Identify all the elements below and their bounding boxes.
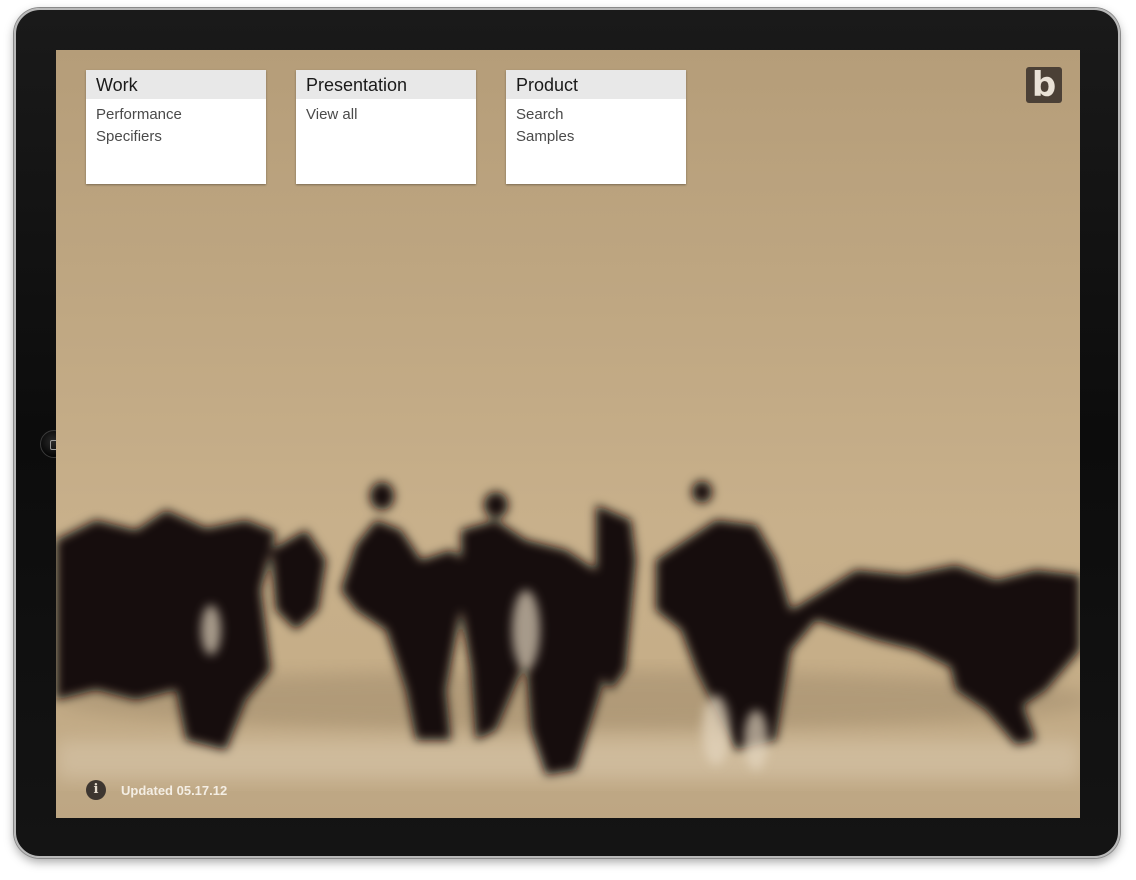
menu-card-work: Work Performance Specifiers [86, 70, 266, 184]
menu-card-title: Presentation [296, 70, 476, 99]
menu-card-product: Product Search Samples [506, 70, 686, 184]
updated-date-label: Updated 05.17.12 [121, 782, 228, 798]
info-icon[interactable]: i [86, 780, 106, 800]
link-search[interactable]: Search [516, 104, 676, 126]
menu-card-title: Product [506, 70, 686, 99]
menu-card-presentation: Presentation View all [296, 70, 476, 184]
app-screen: Work Performance Specifiers Presentation… [56, 50, 1080, 818]
link-samples[interactable]: Samples [516, 126, 676, 148]
link-view-all[interactable]: View all [306, 104, 466, 126]
menu-card-title: Work [86, 70, 266, 99]
footer: i Updated 05.17.12 [86, 780, 227, 800]
link-performance[interactable]: Performance [96, 104, 256, 126]
brand-logo-icon: b [1026, 67, 1062, 103]
link-specifiers[interactable]: Specifiers [96, 126, 256, 148]
